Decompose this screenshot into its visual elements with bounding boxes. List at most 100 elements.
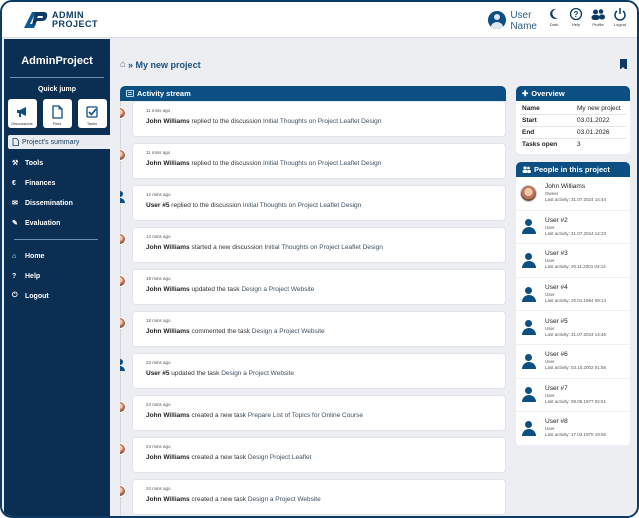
avatar[interactable] <box>120 191 126 203</box>
person-item[interactable]: User #2 User Last activity: 31.07.2024 14:… <box>516 211 630 245</box>
person-info: User #7 User Last activity: 09.08.1977 02:… <box>545 385 606 405</box>
breadcrumb: ⌂ » My new project <box>120 59 201 70</box>
person-name: User #3 <box>545 250 568 258</box>
avatar[interactable] <box>120 443 126 455</box>
sidebar-item-help[interactable]: ? Help <box>4 266 110 286</box>
person-name: User #4 <box>545 284 568 292</box>
dark-mode-button[interactable]: Dark <box>543 6 565 27</box>
sidebar-item-label: Dissemination <box>25 199 73 207</box>
avatar[interactable] <box>120 233 126 245</box>
activity-action: commented the task <box>189 328 252 335</box>
person-item[interactable]: User #7 User Last activity: 09.08.1977 02:… <box>516 379 630 413</box>
overview-value: 3 <box>577 141 581 148</box>
sidebar-item-label: Help <box>25 272 41 280</box>
pin-icon: ✚ <box>522 89 529 98</box>
people-list: John Williams Owner Last activity: 31.07.2… <box>516 177 630 446</box>
avatar[interactable] <box>120 149 126 161</box>
sidebar-item-dissemination[interactable]: ✉ Dissemination <box>4 193 110 213</box>
activity-user[interactable]: John Williams <box>146 286 190 293</box>
quick-jump-files[interactable]: Files <box>42 99 72 128</box>
activity-action: replied to the discussion <box>189 160 264 167</box>
project-summary-item[interactable]: Project's summary <box>8 135 110 149</box>
activity-object-link[interactable]: Design a Project Website <box>221 370 294 377</box>
sidebar-item-label: Logout <box>25 292 49 300</box>
file-icon <box>52 105 63 119</box>
activity-item: 24 mins ago John Williams created a new t… <box>120 437 506 473</box>
quick-jump-discussions[interactable]: Discussions <box>7 99 37 128</box>
sidebar-item-label: Home <box>25 252 45 260</box>
svg-text:?: ? <box>574 10 579 19</box>
avatar[interactable] <box>120 401 126 413</box>
sidebar-title[interactable]: AdminProject <box>4 55 110 67</box>
activity-user[interactable]: John Williams <box>146 118 190 125</box>
overview-key: Name <box>522 105 540 112</box>
activity-time: 18 mins ago <box>146 276 171 281</box>
person-item[interactable]: John Williams Owner Last activity: 31.07.2… <box>516 177 630 211</box>
avatar[interactable] <box>120 485 126 497</box>
activity-object-link[interactable]: Initial Thoughts on Project Leaflet Desi… <box>263 160 381 167</box>
activity-object-link[interactable]: Design a Project Website <box>241 286 314 293</box>
user-avatar[interactable] <box>488 11 507 29</box>
person-item[interactable]: User #8 User Last activity: 17.03.1970 19:… <box>516 412 630 446</box>
activity-user[interactable]: User #5 <box>146 370 170 377</box>
person-name: User #5 <box>545 317 568 325</box>
activity-object-link[interactable]: Initial Thoughts on Project Leaflet Desi… <box>264 244 382 251</box>
overview-value: My new project <box>577 105 621 112</box>
person-item[interactable]: User #3 User Last activity: 20.11.2001 03:… <box>516 244 630 278</box>
moon-icon <box>550 8 558 19</box>
person-info: John Williams Owner Last activity: 31.07.2… <box>545 183 606 203</box>
logo-text: ADMIN PROJECT <box>52 11 98 29</box>
person-name: User #6 <box>545 351 568 359</box>
person-last-activity: Last activity: 31.07.2024 14:44 <box>545 197 607 203</box>
sidebar-item-tools[interactable]: ⚒ Tools <box>4 153 110 173</box>
avatar[interactable] <box>120 359 126 371</box>
profile-button[interactable]: Profile <box>587 6 609 27</box>
quick-jump-tasks-label: Tasks <box>86 121 98 126</box>
activity-object-link[interactable]: Design a Project Website <box>252 328 325 335</box>
overview-row: Tasks open 3 <box>516 139 630 150</box>
activity-object-link[interactable]: Initial Thoughts on Project Leaflet Desi… <box>243 202 361 209</box>
avatar[interactable] <box>120 275 126 287</box>
activity-object-link[interactable]: Design Project Leaflet <box>248 454 312 461</box>
activity-object-link[interactable]: Initial Thoughts on Project Leaflet Desi… <box>263 118 381 125</box>
person-item[interactable]: User #4 User Last activity: 20.01.1984 09:… <box>516 278 630 312</box>
activity-user[interactable]: John Williams <box>146 244 190 251</box>
activity-user[interactable]: John Williams <box>146 496 190 503</box>
activity-item: 18 mins ago John Williams updated the tas… <box>120 269 506 305</box>
overview-value: 03.01.2022 <box>577 117 610 124</box>
avatar <box>520 252 537 269</box>
sidebar-item-evaluation[interactable]: ✎ Evaluation <box>4 213 110 233</box>
activity-stream-title: Activity stream <box>137 89 191 98</box>
user-name-line2: Name <box>510 21 537 32</box>
help-button[interactable]: ? Help <box>565 6 587 27</box>
logout-button[interactable]: Logout <box>609 6 631 27</box>
activity-user[interactable]: User #5 <box>146 202 170 209</box>
sidebar-item-finances[interactable]: € Finances <box>4 173 110 193</box>
sidebar-item-home[interactable]: ⌂ Home <box>4 246 110 266</box>
activity-user[interactable]: John Williams <box>146 412 190 419</box>
activity-user[interactable]: John Williams <box>146 328 190 335</box>
activity-item: 24 mins ago John Williams created a new t… <box>120 479 506 515</box>
person-info: User #4 User Last activity: 20.01.1984 09:… <box>545 284 606 304</box>
activity-text: John Williams created a new task Design … <box>146 454 311 461</box>
quick-jump-tasks[interactable]: Tasks <box>77 99 107 128</box>
person-name: John Williams <box>545 183 586 191</box>
activity-action: updated the task <box>169 370 222 377</box>
logo[interactable]: ADMIN PROJECT <box>22 10 98 30</box>
avatar[interactable] <box>120 107 126 119</box>
help-label: Help <box>571 22 581 27</box>
help-icon: ? <box>12 272 17 280</box>
sidebar-item-logout[interactable]: ⏻ Logout <box>4 286 110 306</box>
person-item[interactable]: User #6 User Last activity: 03.10.2002 01:… <box>516 345 630 379</box>
activity-user[interactable]: John Williams <box>146 454 190 461</box>
project-summary-label: Project's summary <box>22 138 80 146</box>
activity-object-link[interactable]: Design a Project Website <box>248 496 321 503</box>
user-name[interactable]: User Name <box>510 10 537 32</box>
person-item[interactable]: User #5 User Last activity: 31.07.2024 14:… <box>516 311 630 345</box>
top-bar: ADMIN PROJECT User Name Dark ? Help Prof… <box>2 2 637 38</box>
bookmark-icon[interactable] <box>620 59 627 70</box>
activity-object-link[interactable]: Prepare List of Topics for Online Course <box>248 412 363 419</box>
avatar[interactable] <box>120 317 126 329</box>
home-icon[interactable]: ⌂ <box>120 59 126 70</box>
activity-user[interactable]: John Williams <box>146 160 190 167</box>
